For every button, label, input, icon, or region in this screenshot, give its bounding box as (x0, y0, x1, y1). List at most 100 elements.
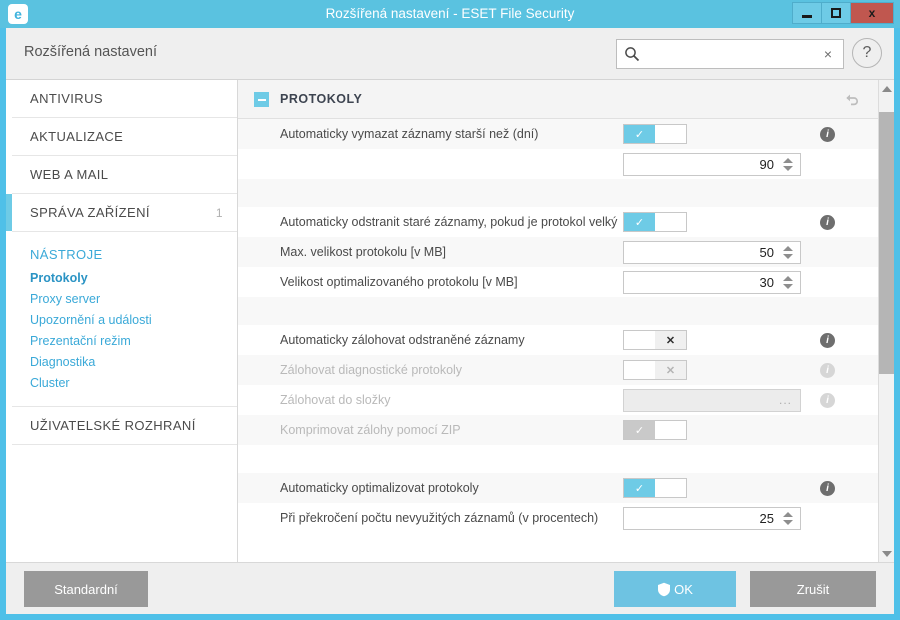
sidebar-subitem-2[interactable]: Upozornění a události (12, 310, 237, 331)
toggle-switch[interactable]: ✕ (623, 330, 687, 350)
sidebar-subitem-0[interactable]: Protokoly (12, 268, 237, 289)
info-icon[interactable]: i (820, 480, 835, 496)
search-input[interactable] (645, 40, 817, 70)
settings-row: Max. velikost protokolu [v MB] 50 (238, 237, 878, 267)
spinner-up-icon[interactable] (783, 157, 793, 163)
setting-label: Automaticky vymazat záznamy starší než (… (280, 127, 539, 141)
setting-label: Velikost optimalizovaného protokolu [v M… (280, 275, 518, 289)
undo-icon[interactable] (844, 91, 860, 107)
settings-row: Komprimovat zálohy pomocí ZIP ✓ (238, 415, 878, 445)
sidebar-bottom-item-0[interactable]: UŽIVATELSKÉ ROZHRANÍ (12, 407, 237, 445)
sidebar-item-3[interactable]: SPRÁVA ZAŘÍZENÍ 1 (6, 194, 237, 232)
sidebar-item-label: ANTIVIRUS (30, 91, 103, 106)
cancel-button[interactable]: Zrušit (750, 571, 876, 607)
minimize-icon (802, 14, 812, 18)
settings-rows: Automaticky vymazat záznamy starší než (… (238, 119, 878, 533)
spinner-down-icon[interactable] (783, 165, 793, 171)
toggle-switch: ✓ (623, 420, 687, 440)
sidebar-subitem-3[interactable]: Prezentační režim (12, 331, 237, 352)
sidebar: ANTIVIRUS AKTUALIZACE WEB A MAIL SPRÁVA ZAŘ… (6, 80, 238, 562)
setting-label: Automaticky odstranit staré záznamy, pok… (280, 215, 618, 229)
scroll-up-button[interactable] (879, 80, 894, 97)
spinner-up-icon[interactable] (783, 511, 793, 517)
sidebar-item-label: AKTUALIZACE (30, 129, 124, 144)
spinner-arrows[interactable] (780, 154, 800, 174)
collapse-icon[interactable] (254, 92, 269, 107)
maximize-button[interactable] (821, 2, 851, 24)
folder-path-field: ... (623, 388, 801, 412)
settings-row (238, 179, 878, 207)
toggle-knob (655, 213, 686, 231)
page-title: Rozšířená nastavení (24, 44, 157, 60)
setting-label: Komprimovat zálohy pomocí ZIP (280, 423, 461, 437)
setting-label: Automaticky zálohovat odstraněné záznamy (280, 333, 525, 347)
sidebar-nav: ANTIVIRUS AKTUALIZACE WEB A MAIL SPRÁVA ZAŘ… (6, 80, 237, 445)
sidebar-item-label: SPRÁVA ZAŘÍZENÍ (30, 205, 150, 220)
spinner-arrows[interactable] (780, 508, 800, 528)
ok-button[interactable]: OK (614, 571, 736, 607)
toggle-switch[interactable]: ✓ (623, 478, 687, 498)
spinner-value: 30 (759, 274, 774, 290)
search-clear-icon[interactable]: × (819, 44, 837, 64)
spinner-up-icon[interactable] (783, 275, 793, 281)
sidebar-item-badge: 1 (215, 206, 223, 220)
toggle-knob (655, 125, 686, 143)
setting-label: Zálohovat diagnostické protokoly (280, 363, 463, 377)
number-spinner[interactable]: 25 (623, 506, 801, 530)
number-spinner[interactable]: 30 (623, 270, 801, 294)
spinner-up-icon[interactable] (783, 245, 793, 251)
toggle-knob (624, 361, 655, 379)
header-bar: Rozšířená nastavení × ? (6, 28, 894, 80)
info-icon: i (820, 392, 835, 408)
setting-label: Automaticky optimalizovat protokoly (280, 481, 479, 495)
info-icon: i (820, 362, 835, 378)
settings-row: Zálohovat diagnostické protokoly ✕ i (238, 355, 878, 385)
scrollbar-thumb[interactable] (879, 112, 894, 374)
ok-button-label: OK (674, 581, 693, 597)
section-header: PROTOKOLY (238, 80, 878, 119)
sidebar-subitem-4[interactable]: Diagnostika (12, 352, 237, 373)
number-spinner[interactable]: 50 (623, 240, 801, 264)
info-icon[interactable]: i (820, 332, 835, 348)
spinner-down-icon[interactable] (783, 283, 793, 289)
info-icon[interactable]: i (820, 214, 835, 230)
settings-row: Velikost optimalizovaného protokolu [v M… (238, 267, 878, 297)
settings-row: Automaticky optimalizovat protokoly ✓ i (238, 473, 878, 503)
toggle-check-icon: ✓ (624, 125, 655, 143)
sidebar-subitem-5[interactable]: Cluster (12, 373, 237, 394)
chevron-up-icon (881, 85, 892, 92)
spinner-arrows[interactable] (780, 242, 800, 262)
sidebar-item-0[interactable]: ANTIVIRUS (12, 80, 237, 118)
toggle-switch[interactable]: ✓ (623, 124, 687, 144)
scroll-down-button[interactable] (879, 545, 894, 562)
info-icon[interactable]: i (820, 126, 835, 142)
toggle-switch[interactable]: ✓ (623, 212, 687, 232)
setting-label: Max. velikost protokolu [v MB] (280, 245, 447, 259)
standard-button[interactable]: Standardní (24, 571, 148, 607)
shield-icon (657, 582, 671, 597)
help-button[interactable]: ? (852, 38, 882, 68)
content-scrollbar[interactable] (878, 80, 894, 562)
search-icon (625, 47, 640, 62)
section-title: PROTOKOLY (280, 92, 363, 106)
settings-row: Při překročení počtu nevyužitých záznamů… (238, 503, 878, 533)
spinner-down-icon[interactable] (783, 519, 793, 525)
sidebar-item-1[interactable]: AKTUALIZACE (12, 118, 237, 156)
sidebar-item-label: UŽIVATELSKÉ ROZHRANÍ (30, 418, 196, 433)
settings-row: Zálohovat do složky... i (238, 385, 878, 415)
footer-bar: Standardní OK Zrušit (6, 562, 894, 614)
toggle-switch: ✕ (623, 360, 687, 380)
toggle-check-icon: ✓ (624, 421, 655, 439)
close-button[interactable]: x (850, 2, 894, 24)
search-box[interactable]: × (616, 39, 844, 70)
toggle-check-icon: ✓ (624, 479, 655, 497)
spinner-value: 25 (759, 510, 774, 526)
sidebar-item-2[interactable]: WEB A MAIL (12, 156, 237, 194)
spinner-down-icon[interactable] (783, 253, 793, 259)
minimize-button[interactable] (792, 2, 822, 24)
toggle-cross-icon: ✕ (655, 331, 686, 349)
sidebar-group-title[interactable]: NÁSTROJE (12, 242, 237, 268)
number-spinner[interactable]: 90 (623, 152, 801, 176)
sidebar-subitem-1[interactable]: Proxy server (12, 289, 237, 310)
spinner-arrows[interactable] (780, 272, 800, 292)
